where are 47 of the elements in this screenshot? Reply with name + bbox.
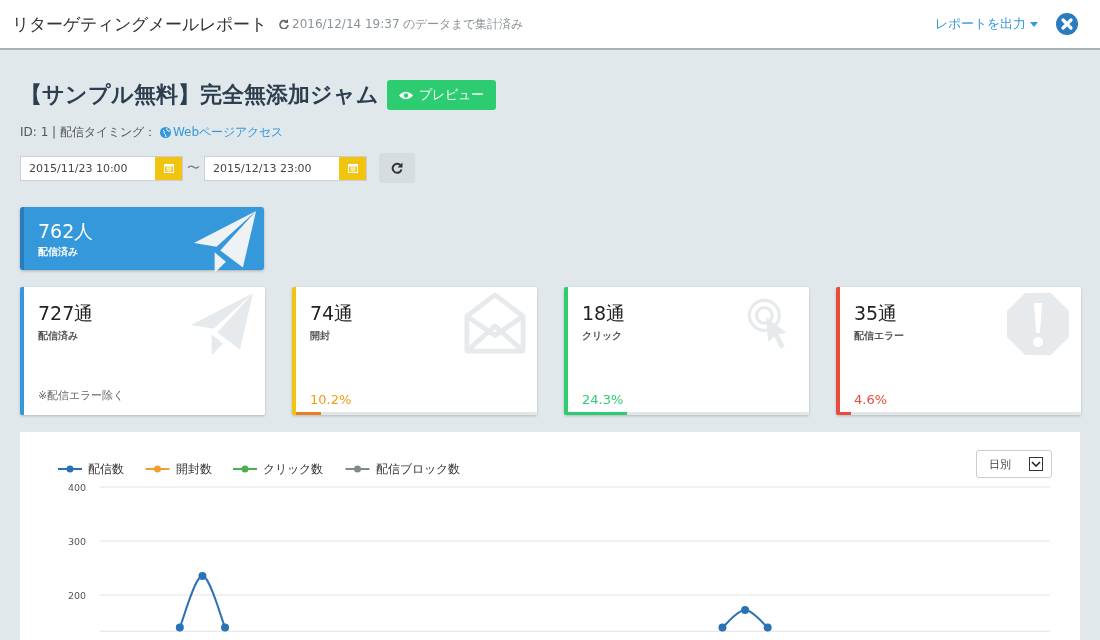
- refresh-icon: [391, 162, 403, 174]
- refresh-button[interactable]: [379, 153, 415, 183]
- y-tick-label: 200: [68, 590, 87, 601]
- date-field[interactable]: 2015/12/13 23:00: [204, 155, 367, 181]
- chevron-down-icon: [1031, 461, 1041, 467]
- warning-icon: [1005, 291, 1071, 357]
- stat-note: ※配信エラー除く: [38, 388, 126, 403]
- stat-label: 開封: [310, 329, 331, 343]
- updated-text: 2016/12/14 19:37 のデータまで集計済み: [292, 15, 524, 33]
- paper-plane-icon: [189, 291, 255, 357]
- legend-label: 開封数: [175, 462, 212, 476]
- stat-rate: 4.6%: [854, 392, 889, 407]
- y-tick-label: 400: [68, 482, 87, 493]
- legend-item[interactable]: 配信ブロック数: [344, 462, 460, 476]
- legend-item[interactable]: 開封数: [144, 462, 212, 476]
- range-separator: 〜: [187, 159, 200, 177]
- date-input[interactable]: 2015/11/23 10:00: [21, 156, 155, 180]
- summary-label: 配信済み: [38, 245, 79, 259]
- stat-rate: 10.2%: [310, 392, 353, 407]
- campaign-meta: ID: 1 | 配信タイミング：: [20, 124, 156, 141]
- stat-rate: 24.3%: [582, 392, 625, 407]
- stat-label: 配信エラー: [854, 329, 905, 343]
- paper-plane-icon: [192, 209, 258, 275]
- date-input[interactable]: 2015/12/13 23:00: [205, 156, 339, 180]
- period-select[interactable]: 日別: [976, 450, 1052, 478]
- close-icon[interactable]: [1056, 13, 1078, 35]
- envelope-icon: [463, 291, 527, 355]
- stat-count: 74通: [310, 301, 355, 326]
- eye-icon: [399, 90, 413, 100]
- stat-label: クリック: [582, 329, 623, 343]
- stat-count: 18通: [582, 301, 627, 326]
- y-tick-label: 300: [68, 536, 87, 547]
- legend-label: クリック数: [263, 462, 323, 476]
- campaign-title: 【サンプル無料】完全無添加ジャム: [20, 81, 379, 109]
- caret-icon: [1030, 21, 1038, 27]
- stat-label: 配信済み: [38, 329, 79, 343]
- date-field[interactable]: 2015/11/23 10:00: [20, 155, 183, 181]
- legend-item[interactable]: 配信数: [57, 462, 124, 476]
- stat-count: 727通: [38, 301, 95, 326]
- page-title: リターゲティングメールレポート: [12, 12, 267, 36]
- globe-icon: [159, 127, 171, 138]
- legend-label: 配信ブロック数: [375, 462, 460, 476]
- legend-label: 配信数: [88, 462, 124, 476]
- legend-item[interactable]: クリック数: [232, 462, 323, 476]
- summary-count: 762人: [38, 219, 95, 244]
- stat-count: 35通: [854, 301, 899, 326]
- refresh-icon: [279, 19, 289, 29]
